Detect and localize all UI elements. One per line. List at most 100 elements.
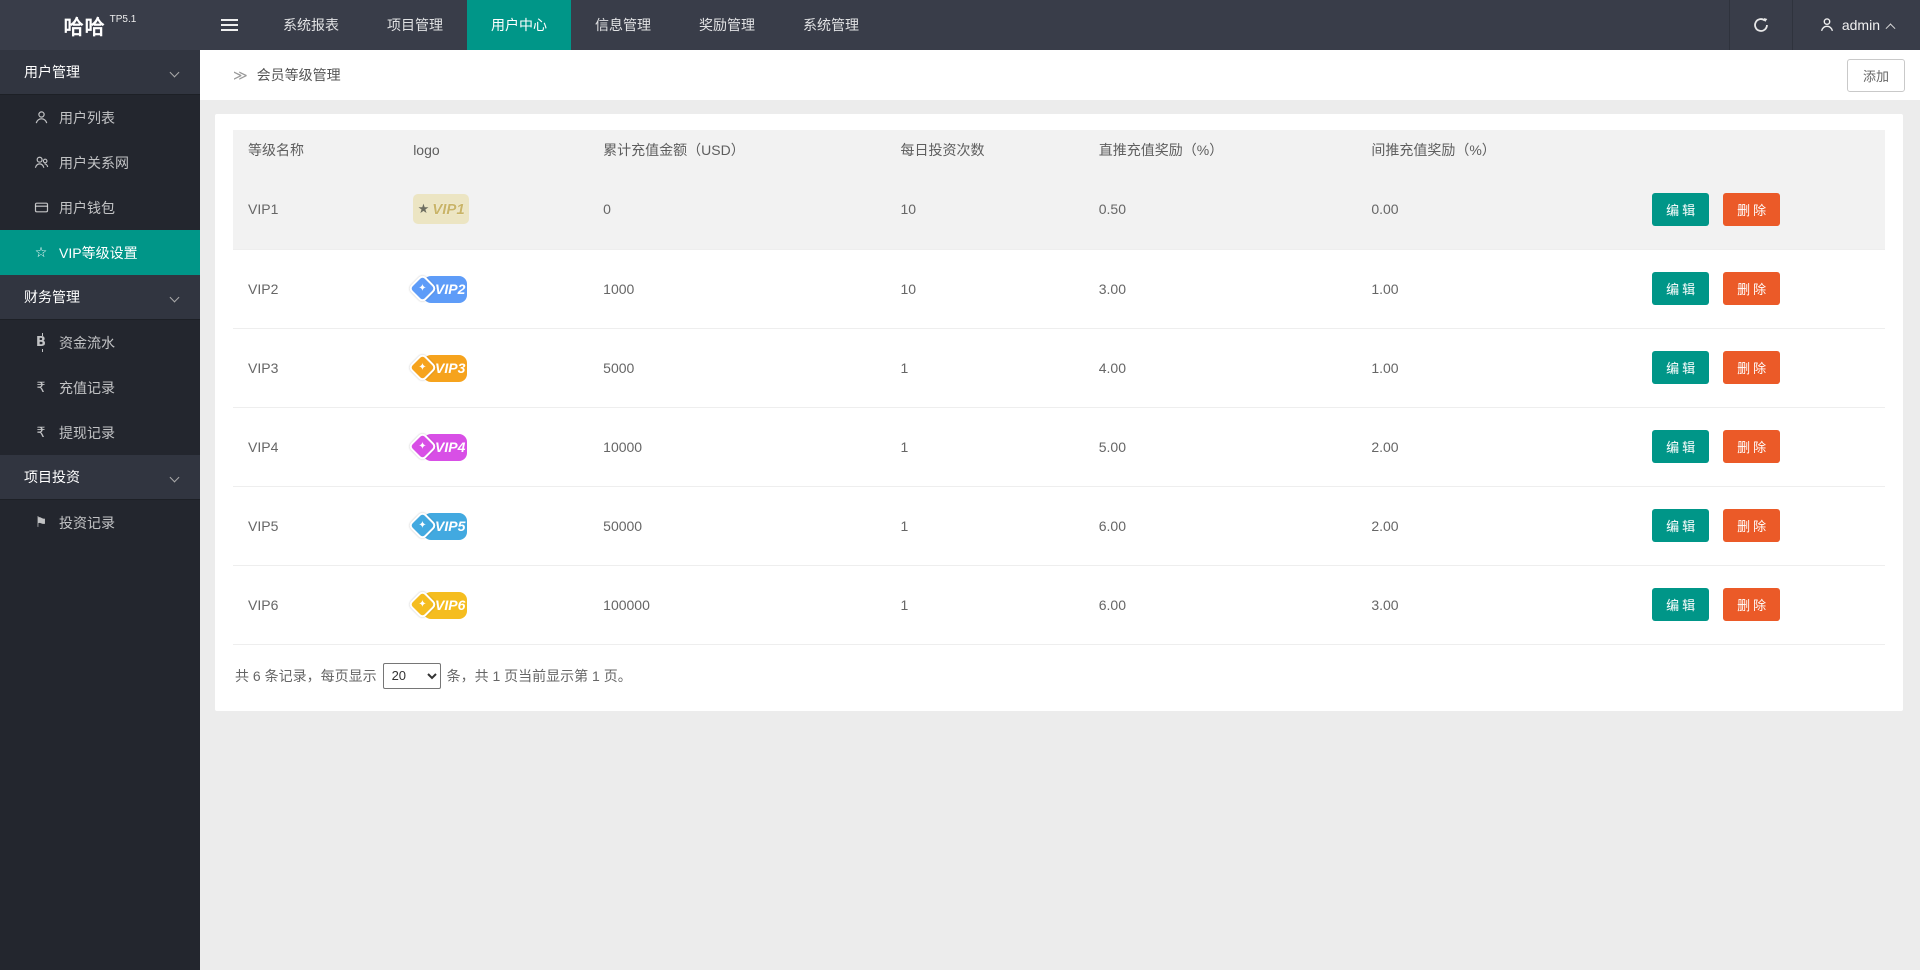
page-size-select[interactable]: 20	[382, 662, 441, 689]
table-row: VIP4 VIP4 10000 1 5.00 2.00 编辑	[233, 407, 1885, 487]
delete-button[interactable]: 删除	[1723, 272, 1781, 305]
level-name: VIP4	[233, 407, 399, 487]
page-title: 会员等级管理	[256, 67, 341, 83]
delete-button[interactable]: 删除	[1723, 588, 1781, 621]
total-deposit: 1000	[588, 249, 886, 329]
level-name: VIP5	[233, 486, 399, 566]
table-row: VIP5 VIP5 50000 1 6.00 2.00 编辑	[233, 486, 1885, 566]
direct-bonus: 0.50	[1083, 170, 1357, 250]
table-row: VIP3 VIP3 5000 1 4.00 1.00 编辑	[233, 328, 1885, 408]
delete-button[interactable]: 删除	[1723, 192, 1781, 226]
col-total-deposit: 累计充值金额（USD）	[588, 130, 886, 170]
vip3-logo: VIP3	[407, 348, 471, 388]
level-name: VIP3	[233, 328, 399, 408]
star-icon: ☆	[34, 244, 48, 261]
delete-button[interactable]: 删除	[1723, 430, 1781, 463]
sidebar-item-user-wallet[interactable]: 用户钱包	[0, 185, 200, 230]
vip4-logo: VIP4	[407, 427, 471, 467]
direct-bonus: 3.00	[1083, 249, 1357, 329]
sidebar: 用户管理 用户列表 用户关系网 用户钱包 ☆ VIP等级设置 财务管理 B 资金…	[0, 50, 200, 970]
top-navbar: 哈哈 TP5.1 系统报表 项目管理 用户中心 信息管理 奖励管理 系统管理 a…	[0, 0, 1920, 50]
daily-invest-count: 1	[885, 328, 1084, 408]
vip5-logo: VIP5	[407, 506, 471, 546]
table-row: VIP2 VIP2 1000 10 3.00 1.00 编辑	[233, 249, 1885, 329]
indirect-bonus: 1.00	[1356, 249, 1638, 329]
breadcrumb-bar: ≫ 会员等级管理 添加	[200, 50, 1920, 100]
indirect-bonus: 3.00	[1356, 565, 1638, 645]
col-level-name: 等级名称	[233, 130, 399, 170]
direct-bonus: 6.00	[1083, 565, 1357, 645]
total-deposit: 5000	[588, 328, 886, 408]
sidebar-item-deposit-records[interactable]: ₹ 充值记录	[0, 365, 200, 410]
top-menu-item-reports[interactable]: 系统报表	[259, 0, 363, 50]
vip1-logo: ★ VIP1	[413, 194, 470, 225]
top-menu-item-rewards[interactable]: 奖励管理	[675, 0, 779, 50]
pagination-prefix: 共 6 条记录，每页显示	[235, 667, 377, 684]
sidebar-section-finance[interactable]: 财务管理	[0, 275, 200, 320]
pagination: 共 6 条记录，每页显示 20 条，共 1 页当前显示第 1 页。	[233, 662, 1885, 689]
table-row: VIP6 VIP6 100000 1 6.00 3.00 编辑	[233, 565, 1885, 645]
daily-invest-count: 10	[885, 170, 1084, 250]
star-icon: ★	[417, 201, 430, 217]
level-name: VIP2	[233, 249, 399, 329]
delete-button[interactable]: 删除	[1723, 509, 1781, 542]
col-indirect-bonus: 间推充值奖励（%）	[1356, 130, 1638, 170]
daily-invest-count: 1	[885, 486, 1084, 566]
user-menu[interactable]: admin	[1791, 0, 1920, 50]
rupee-icon: ₹	[36, 424, 46, 441]
indirect-bonus: 2.00	[1356, 486, 1638, 566]
edit-button[interactable]: 编辑	[1652, 430, 1710, 463]
col-direct-bonus: 直推充值奖励（%）	[1083, 130, 1357, 170]
sidebar-section-invest[interactable]: 项目投资	[0, 455, 200, 500]
bitcoin-icon: B	[36, 333, 46, 352]
top-menu-item-user-center[interactable]: 用户中心	[467, 0, 571, 50]
indirect-bonus: 2.00	[1356, 407, 1638, 487]
edit-button[interactable]: 编辑	[1652, 509, 1710, 542]
flag-icon: ⚑	[34, 514, 48, 531]
daily-invest-count: 10	[885, 249, 1084, 329]
sidebar-item-vip-levels[interactable]: ☆ VIP等级设置	[0, 230, 200, 275]
refresh-button[interactable]	[1728, 0, 1792, 50]
sidebar-item-withdraw-records[interactable]: ₹ 提现记录	[0, 410, 200, 455]
app-version: TP5.1	[109, 13, 137, 25]
top-menu-item-system[interactable]: 系统管理	[779, 0, 883, 50]
sidebar-item-fund-flow[interactable]: B 资金流水	[0, 320, 200, 365]
col-daily-invest: 每日投资次数	[885, 130, 1084, 170]
hamburger-icon[interactable]	[200, 0, 259, 50]
rupee-icon: ₹	[36, 379, 46, 396]
sidebar-item-user-network[interactable]: 用户关系网	[0, 140, 200, 185]
edit-button[interactable]: 编辑	[1652, 351, 1710, 384]
username: admin	[1841, 17, 1880, 33]
top-menu-item-info[interactable]: 信息管理	[571, 0, 675, 50]
daily-invest-count: 1	[885, 407, 1084, 487]
users-icon	[32, 155, 50, 170]
add-button[interactable]: 添加	[1846, 58, 1905, 92]
total-deposit: 0	[588, 170, 886, 250]
sidebar-item-user-list[interactable]: 用户列表	[0, 95, 200, 140]
total-deposit: 50000	[588, 486, 886, 566]
delete-button[interactable]: 删除	[1723, 351, 1781, 384]
table-header-row: 等级名称 logo 累计充值金额（USD） 每日投资次数 直推充值奖励（%） 间…	[233, 130, 1885, 170]
user-icon	[1819, 17, 1835, 33]
indirect-bonus: 0.00	[1356, 170, 1638, 250]
main-content: ≫ 会员等级管理 添加 等级名称 logo 累计充值金额（USD） 每日投资次数…	[200, 50, 1920, 970]
chevron-up-icon	[1885, 22, 1896, 33]
vip2-logo: VIP2	[407, 269, 471, 309]
top-menu: 系统报表 项目管理 用户中心 信息管理 奖励管理 系统管理	[259, 0, 883, 50]
vip6-logo: VIP6	[407, 585, 471, 625]
app-title: 哈哈	[63, 16, 106, 39]
edit-button[interactable]: 编辑	[1652, 588, 1710, 621]
edit-button[interactable]: 编辑	[1652, 272, 1710, 305]
sidebar-section-user-mgmt[interactable]: 用户管理	[0, 50, 200, 95]
top-menu-item-projects[interactable]: 项目管理	[363, 0, 467, 50]
sidebar-item-invest-records[interactable]: ⚑ 投资记录	[0, 500, 200, 545]
user-icon	[32, 110, 50, 125]
col-actions	[1637, 130, 1885, 170]
chevron-down-icon	[169, 292, 180, 302]
col-logo: logo	[398, 130, 589, 170]
edit-button[interactable]: 编辑	[1652, 192, 1710, 226]
breadcrumb-icon: ≫	[233, 66, 248, 83]
app-logo: 哈哈 TP5.1	[0, 0, 200, 50]
vip-levels-table: 等级名称 logo 累计充值金额（USD） 每日投资次数 直推充值奖励（%） 间…	[233, 130, 1885, 645]
direct-bonus: 6.00	[1083, 486, 1357, 566]
